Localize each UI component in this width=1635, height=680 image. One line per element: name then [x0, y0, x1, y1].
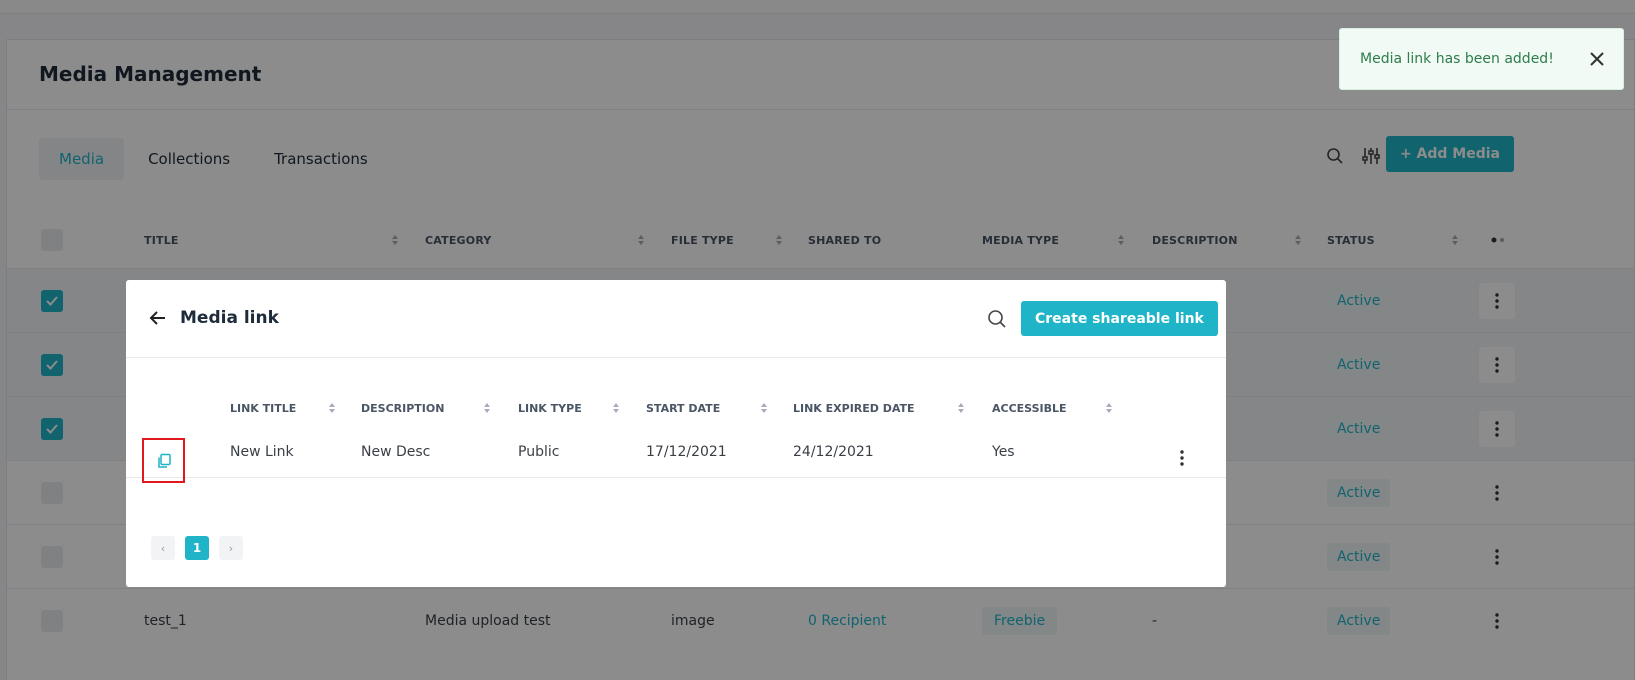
search-icon[interactable]	[986, 308, 1008, 330]
prev-page-button[interactable]: ‹	[151, 536, 175, 560]
cell-link-type: Public	[518, 444, 560, 460]
link-row-menu-button[interactable]	[1174, 446, 1190, 470]
sort-icon[interactable]	[760, 402, 768, 414]
column-link-title[interactable]: LINK TITLE	[230, 398, 296, 418]
sort-icon[interactable]	[483, 402, 491, 414]
page-button-current[interactable]: 1	[185, 536, 209, 560]
dialog-header: Media link Create shareable link	[126, 280, 1226, 358]
copy-link-button[interactable]	[142, 438, 185, 483]
column-link-type[interactable]: LINK TYPE	[518, 398, 582, 418]
cell-expired-date: 24/12/2021	[793, 444, 874, 460]
sort-icon[interactable]	[957, 402, 965, 414]
column-start-date[interactable]: START DATE	[646, 398, 720, 418]
link-row[interactable]: New Link New Desc Public 17/12/2021 24/1…	[126, 430, 1226, 478]
toast-message: Media link has been added!	[1360, 51, 1554, 67]
success-toast: Media link has been added!	[1339, 28, 1624, 90]
column-link-expired-date[interactable]: LINK EXPIRED DATE	[793, 398, 915, 418]
sort-icon[interactable]	[1105, 402, 1113, 414]
pagination: ‹ 1 ›	[151, 536, 243, 560]
arrow-left-icon[interactable]	[148, 308, 168, 328]
dialog-table-header: LINK TITLE DESCRIPTION LINK TYPE START D…	[126, 398, 1226, 418]
media-link-dialog: Media link Create shareable link LINK TI…	[126, 280, 1226, 587]
cell-start-date: 17/12/2021	[646, 444, 727, 460]
column-description[interactable]: DESCRIPTION	[361, 398, 444, 418]
cell-link-title: New Link	[230, 444, 294, 460]
create-shareable-link-button[interactable]: Create shareable link	[1021, 301, 1218, 336]
sort-icon[interactable]	[328, 402, 336, 414]
dialog-title: Media link	[180, 308, 279, 328]
cell-accessible: Yes	[992, 444, 1015, 460]
close-icon[interactable]	[1587, 49, 1607, 69]
copy-icon	[157, 453, 171, 468]
next-page-button[interactable]: ›	[219, 536, 243, 560]
sort-icon[interactable]	[612, 402, 620, 414]
column-accessible[interactable]: ACCESSIBLE	[992, 398, 1067, 418]
cell-description: New Desc	[361, 444, 431, 460]
